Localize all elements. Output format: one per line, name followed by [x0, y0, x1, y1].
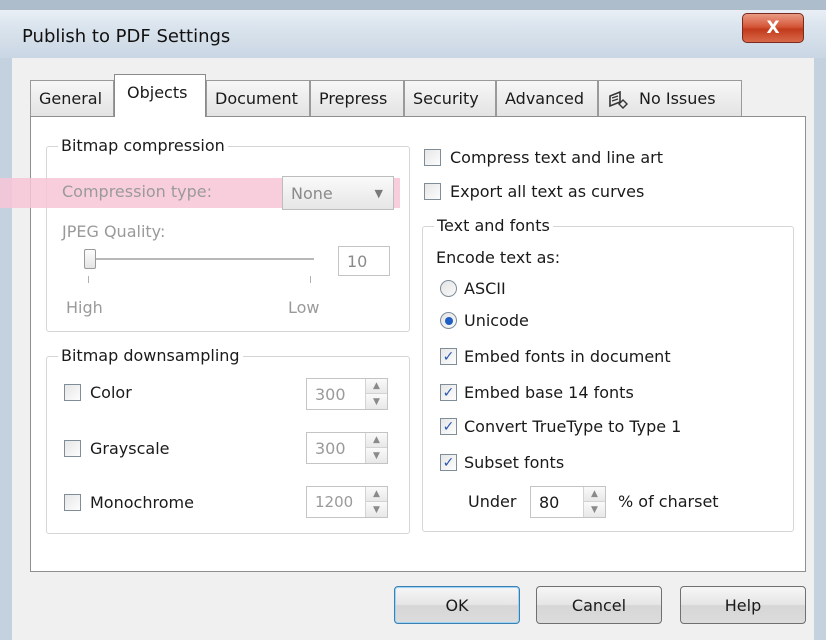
chevron-down-icon: ▼ — [374, 187, 383, 200]
jpeg-quality-slider-thumb[interactable] — [84, 249, 96, 269]
tab-general[interactable]: General — [30, 80, 114, 116]
subset-fonts-label: Subset fonts — [464, 453, 565, 472]
bitmap-downsampling-legend: Bitmap downsampling — [58, 346, 243, 365]
tab-label: Document — [215, 89, 298, 108]
compression-type-value: None — [291, 183, 333, 203]
export-curves-checkbox[interactable] — [424, 183, 441, 200]
stepper-arrows[interactable]: ▲ ▼ — [365, 487, 387, 517]
cancel-button-label: Cancel — [571, 595, 627, 615]
checkmark-icon: ✓ — [442, 384, 455, 401]
embed-base14-checkbox[interactable]: ✓ — [440, 384, 457, 401]
ascii-radio[interactable] — [440, 280, 457, 297]
slider-low-label: Low — [288, 298, 320, 317]
stepper-up-icon[interactable]: ▲ — [366, 433, 387, 448]
subset-threshold-value: 80 — [539, 492, 560, 512]
bitmap-compression-legend: Bitmap compression — [58, 136, 228, 155]
checkmark-icon: ✓ — [442, 348, 455, 365]
color-checkbox[interactable] — [64, 384, 81, 401]
ok-button-label: OK — [445, 595, 469, 615]
issues-icon — [609, 90, 628, 109]
jpeg-quality-label: JPEG Quality: — [62, 222, 166, 241]
stepper-down-icon[interactable]: ▼ — [366, 448, 387, 463]
jpeg-quality-slider-track — [88, 258, 314, 260]
tab-label: Objects — [127, 82, 188, 102]
embed-fonts-checkbox[interactable]: ✓ — [440, 348, 457, 365]
stepper-down-icon[interactable]: ▼ — [584, 502, 605, 517]
tab-label: Security — [413, 89, 479, 108]
stepper-arrows[interactable]: ▲ ▼ — [583, 487, 605, 517]
stepper-arrows[interactable]: ▲ ▼ — [365, 433, 387, 463]
stepper-down-icon[interactable]: ▼ — [366, 394, 387, 409]
help-button-label: Help — [724, 595, 762, 615]
embed-base14-label: Embed base 14 fonts — [464, 383, 634, 402]
help-button[interactable]: Help — [680, 586, 806, 624]
window-frame-right — [814, 58, 826, 640]
slider-tick — [88, 276, 89, 283]
text-and-fonts-group — [422, 226, 794, 532]
compression-type-label: Compression type: — [62, 182, 213, 201]
convert-truetype-checkbox[interactable]: ✓ — [440, 418, 457, 435]
checkmark-icon: ✓ — [442, 418, 455, 435]
stepper-up-icon[interactable]: ▲ — [366, 379, 387, 394]
window-title: Publish to PDF Settings — [22, 26, 231, 47]
checkmark-icon: ✓ — [442, 454, 455, 471]
monochrome-checkbox[interactable] — [64, 494, 81, 511]
tab-label: Advanced — [505, 89, 585, 108]
subset-threshold-stepper[interactable]: 80 ▲ ▼ — [530, 486, 606, 518]
compress-text-label: Compress text and line art — [450, 148, 663, 167]
tab-no-issues[interactable]: No Issues — [598, 80, 742, 116]
encode-text-label: Encode text as: — [436, 248, 561, 267]
stepper-arrows[interactable]: ▲ ▼ — [365, 379, 387, 409]
title-bar-strip — [0, 0, 826, 10]
close-icon: X — [766, 18, 780, 38]
ascii-label: ASCII — [464, 279, 506, 298]
color-dpi-stepper[interactable]: 300 ▲ ▼ — [306, 378, 388, 410]
unicode-radio[interactable] — [440, 312, 457, 329]
tab-document[interactable]: Document — [206, 80, 310, 116]
close-button[interactable]: X — [742, 13, 804, 43]
tab-advanced[interactable]: Advanced — [496, 80, 598, 116]
color-label: Color — [90, 383, 132, 402]
monochrome-dpi-value: 1200 — [315, 493, 354, 511]
tab-label: Prepress — [319, 89, 388, 108]
compression-type-dropdown[interactable]: None ▼ — [282, 176, 394, 210]
compress-text-checkbox[interactable] — [424, 149, 441, 166]
slider-tick — [310, 276, 311, 283]
slider-high-label: High — [66, 298, 103, 317]
grayscale-label: Grayscale — [90, 439, 170, 458]
grayscale-dpi-stepper[interactable]: 300 ▲ ▼ — [306, 432, 388, 464]
monochrome-dpi-stepper[interactable]: 1200 ▲ ▼ — [306, 486, 388, 518]
ok-button[interactable]: OK — [394, 586, 520, 624]
charset-label: % of charset — [618, 492, 719, 511]
color-dpi-value: 300 — [315, 384, 346, 404]
jpeg-quality-value: 10 — [347, 251, 368, 271]
stepper-down-icon[interactable]: ▼ — [366, 502, 387, 517]
radio-selected-dot — [445, 317, 453, 325]
grayscale-checkbox[interactable] — [64, 440, 81, 457]
tab-label: No Issues — [639, 89, 716, 108]
jpeg-quality-field[interactable]: 10 — [338, 246, 390, 276]
stepper-up-icon[interactable]: ▲ — [584, 487, 605, 502]
text-and-fonts-legend: Text and fonts — [434, 216, 553, 235]
convert-truetype-label: Convert TrueType to Type 1 — [464, 417, 682, 436]
under-label: Under — [468, 492, 517, 511]
export-curves-label: Export all text as curves — [450, 182, 645, 201]
stepper-up-icon[interactable]: ▲ — [366, 487, 387, 502]
tab-prepress[interactable]: Prepress — [310, 80, 404, 116]
unicode-label: Unicode — [464, 311, 529, 330]
tab-label: General — [39, 89, 103, 108]
window-frame-left — [0, 58, 12, 640]
tab-security[interactable]: Security — [404, 80, 496, 116]
grayscale-dpi-value: 300 — [315, 438, 346, 458]
monochrome-label: Monochrome — [90, 493, 194, 512]
tab-objects[interactable]: Objects — [114, 74, 206, 117]
embed-fonts-label: Embed fonts in document — [464, 347, 671, 366]
cancel-button[interactable]: Cancel — [536, 586, 662, 624]
subset-fonts-checkbox[interactable]: ✓ — [440, 454, 457, 471]
